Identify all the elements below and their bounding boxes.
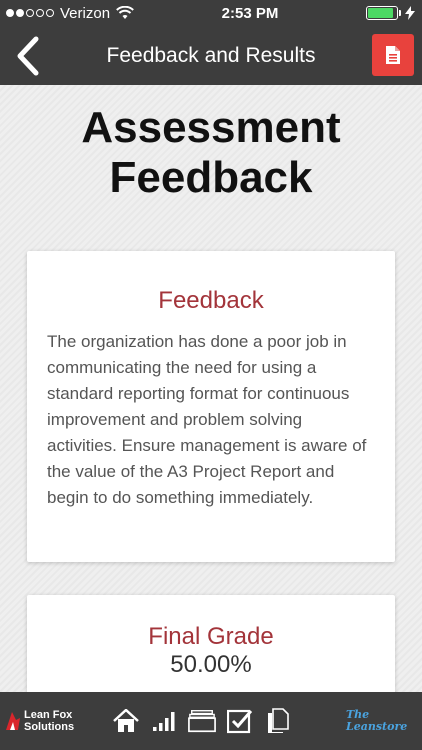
chevron-left-icon bbox=[17, 36, 39, 76]
grade-card: Final Grade 50.00% bbox=[27, 595, 395, 692]
tab-icons bbox=[112, 707, 292, 735]
charging-icon bbox=[405, 6, 415, 20]
clock: 2:53 PM bbox=[221, 4, 279, 22]
nav-bar: Feedback and Results bbox=[0, 26, 422, 85]
back-button[interactable] bbox=[8, 34, 48, 78]
home-icon bbox=[113, 709, 139, 732]
page-title: Feedback and Results bbox=[106, 43, 316, 67]
documents-icon bbox=[268, 708, 289, 733]
feedback-text: The organization has done a poor job in … bbox=[47, 332, 367, 507]
folder-icon bbox=[188, 710, 216, 733]
status-left: Verizon bbox=[6, 5, 134, 22]
wifi-icon bbox=[116, 6, 134, 19]
status-right bbox=[366, 6, 416, 20]
feedback-heading: Feedback bbox=[158, 287, 264, 314]
document-icon bbox=[386, 46, 400, 64]
assessment-title: Assessment Feedback bbox=[81, 103, 341, 202]
battery-fill bbox=[368, 8, 394, 18]
tab-bar: Lean Fox Solutions The Leanstore bbox=[0, 692, 422, 750]
report-button[interactable] bbox=[372, 34, 414, 76]
content-area[interactable]: Assessment Feedback Feedback The organiz… bbox=[0, 85, 422, 692]
carrier-label: Verizon bbox=[60, 4, 111, 22]
tab-documents[interactable] bbox=[264, 707, 292, 735]
checkbox-icon bbox=[227, 709, 253, 734]
tab-home[interactable] bbox=[112, 707, 140, 735]
battery-icon bbox=[366, 6, 401, 20]
signal-strength-icon bbox=[6, 9, 54, 17]
fox-logo-icon bbox=[6, 712, 20, 730]
lean-fox-logo: Lean Fox Solutions bbox=[0, 692, 100, 750]
tab-results[interactable] bbox=[150, 707, 178, 735]
chart-icon bbox=[153, 712, 175, 731]
top-bar: Verizon 2:53 PM Feedback and Results bbox=[0, 0, 422, 85]
feedback-card: Feedback The organization has done a poo… bbox=[27, 251, 395, 562]
lean-fox-text: Lean Fox Solutions bbox=[24, 709, 75, 733]
leanstore-text: The Leanstore bbox=[346, 707, 408, 733]
status-bar: Verizon 2:53 PM bbox=[0, 0, 422, 26]
grade-heading: Final Grade bbox=[148, 623, 274, 650]
leanstore-logo: The Leanstore bbox=[346, 707, 418, 734]
tab-folders[interactable] bbox=[188, 707, 216, 735]
grade-value: 50.00% bbox=[170, 651, 252, 678]
tab-assessment[interactable] bbox=[226, 707, 254, 735]
